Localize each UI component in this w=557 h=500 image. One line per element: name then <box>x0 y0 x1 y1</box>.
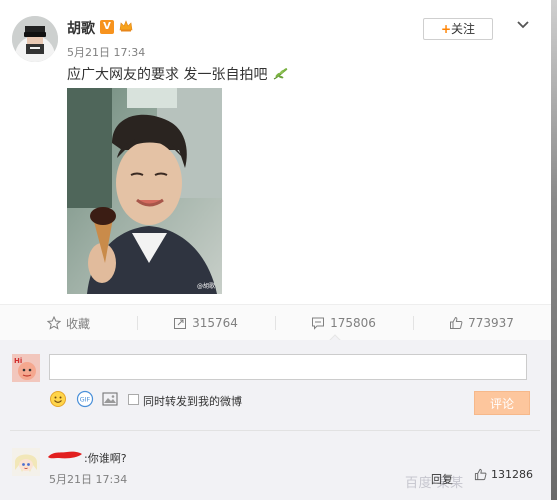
repost-label: 同时转发到我的微博 <box>143 395 242 408</box>
star-icon <box>46 316 61 330</box>
post-text-content: 应广大网友的要求 发一张自拍吧 <box>67 67 268 83</box>
commenter-name-redacted <box>48 451 82 459</box>
emoji-icon[interactable] <box>49 390 67 412</box>
caret-pointer <box>329 334 341 341</box>
comment-like-button[interactable]: 131286 <box>474 468 533 481</box>
comment-text-content: 你谁啊? <box>87 452 127 465</box>
follow-label: 关注 <box>451 22 476 36</box>
comment-count: 175806 <box>330 316 376 330</box>
comment-time: 5月21日 17:34 <box>49 473 128 486</box>
repost-icon <box>174 318 187 329</box>
like-count: 773937 <box>468 316 514 330</box>
divider <box>10 430 540 431</box>
crown-icon <box>118 18 134 34</box>
leaf-emoji-icon <box>272 67 290 81</box>
favorite-label: 收藏 <box>65 316 90 331</box>
gif-icon[interactable]: GIF <box>76 390 94 412</box>
commenter-avatar[interactable] <box>12 448 40 476</box>
weibo-post: 胡歌 V 5月21日 17:34 +关注 应广大网友的要求 发一张自拍吧 @胡歌… <box>0 0 551 500</box>
verified-badge: V <box>100 20 114 34</box>
chevron-down-icon[interactable] <box>515 16 531 29</box>
my-avatar: Hi <box>12 354 40 382</box>
repost-count: 315764 <box>192 316 238 330</box>
avatar-text: Hi <box>14 357 22 365</box>
author-avatar[interactable] <box>12 16 58 62</box>
post-photo[interactable]: @胡歌 <box>67 88 222 294</box>
comment-icon <box>312 317 325 330</box>
background-edge <box>551 0 557 500</box>
svg-text:GIF: GIF <box>80 396 91 404</box>
favorite-button[interactable]: 收藏 <box>0 305 137 341</box>
like-button[interactable]: 773937 <box>413 305 550 341</box>
comment-text: :你谁啊? <box>84 452 127 465</box>
reply-link[interactable]: 回复 <box>431 471 453 487</box>
comment-like-count: 131286 <box>491 468 533 481</box>
avatar-illustration <box>12 16 58 62</box>
action-bar: 收藏 315764 175806 773937 <box>0 304 551 342</box>
post-text: 应广大网友的要求 发一张自拍吧 <box>67 64 290 84</box>
repost-button[interactable]: 315764 <box>137 305 274 341</box>
author-name[interactable]: 胡歌 <box>67 18 95 38</box>
thumb-up-icon <box>450 316 463 329</box>
comment-input[interactable] <box>49 354 527 380</box>
plus-icon: + <box>440 22 452 36</box>
thumb-up-icon <box>474 468 487 481</box>
post-time[interactable]: 5月21日 17:34 <box>67 44 145 60</box>
repost-checkbox[interactable] <box>128 394 139 405</box>
comment-button[interactable]: 175806 <box>275 305 412 341</box>
image-icon[interactable] <box>101 390 119 412</box>
photo-watermark: @胡歌 <box>197 282 215 290</box>
submit-comment-button[interactable]: 评论 <box>474 391 530 415</box>
follow-button[interactable]: +关注 <box>423 18 493 40</box>
